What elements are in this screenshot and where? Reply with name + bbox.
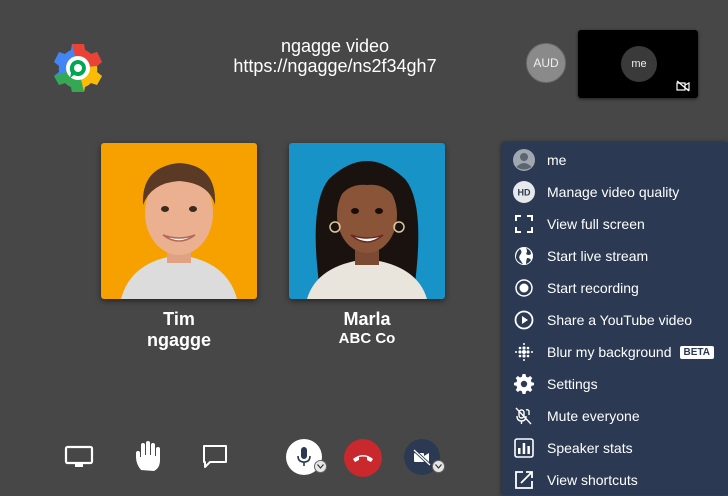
chevron-down-icon: [435, 464, 442, 469]
participant-subtitle: ABC Co: [338, 330, 396, 347]
menu-item-label: View full screen: [547, 216, 645, 232]
hangup-icon: [353, 455, 373, 462]
meeting-url[interactable]: https://ngagge/ns2f34gh7: [190, 56, 480, 76]
chat-icon[interactable]: [201, 443, 229, 471]
participant-photo: [121, 163, 237, 299]
globe-icon: [513, 245, 535, 267]
menu-item-shortcuts[interactable]: View shortcuts: [502, 464, 728, 496]
blur-icon: [513, 341, 535, 363]
menu-item-blur-background[interactable]: Blur my background BETA: [502, 336, 728, 368]
fullscreen-icon: [513, 213, 535, 235]
microphone-options-button[interactable]: [314, 460, 327, 473]
app-logo: [52, 42, 104, 94]
menu-item-label: Speaker stats: [547, 440, 633, 456]
hangup-button[interactable]: [344, 439, 382, 477]
beta-badge: BETA: [679, 345, 714, 359]
participant-tile-marla[interactable]: [289, 143, 445, 299]
screen-share-icon[interactable]: [64, 444, 94, 470]
self-avatar: me: [621, 46, 657, 82]
menu-item-label: Share a YouTube video: [547, 312, 693, 328]
meeting-title: ngagge video: [280, 36, 390, 56]
svg-text:HD: HD: [518, 188, 531, 198]
menu-item-youtube[interactable]: Share a YouTube video: [502, 304, 728, 336]
self-view-thumbnail[interactable]: me: [578, 30, 698, 98]
more-actions-menu: me HD Manage video quality View full scr…: [502, 142, 728, 495]
menu-item-live-stream[interactable]: Start live stream: [502, 240, 728, 272]
participant-photo: [307, 161, 427, 299]
mute-all-icon: [513, 405, 535, 427]
menu-item-full-screen[interactable]: View full screen: [502, 208, 728, 240]
menu-item-label: View shortcuts: [547, 472, 638, 488]
menu-item-label: Blur my background: [547, 344, 672, 360]
meeting-header: ngagge video https://ngagge/ns2f34gh7: [190, 36, 480, 76]
gear-icon: [513, 373, 535, 395]
shortcuts-icon: [513, 469, 535, 491]
hd-icon: HD: [513, 181, 535, 203]
camera-off-icon: [676, 80, 690, 92]
stats-icon: [513, 437, 535, 459]
chevron-down-icon: [317, 464, 324, 469]
menu-item-profile[interactable]: me: [502, 144, 728, 176]
participant-name: Tim: [163, 309, 195, 329]
camera-options-button[interactable]: [432, 460, 445, 473]
menu-item-label: Mute everyone: [547, 408, 640, 424]
record-icon: [513, 277, 535, 299]
menu-item-label: Start recording: [547, 280, 639, 296]
menu-item-settings[interactable]: Settings: [502, 368, 728, 400]
menu-item-recording[interactable]: Start recording: [502, 272, 728, 304]
participant-subtitle: ngagge: [146, 330, 211, 350]
menu-item-label: Manage video quality: [547, 184, 680, 200]
user-avatar-icon: [513, 149, 535, 171]
menu-item-label: Start live stream: [547, 248, 649, 264]
menu-item-label: me: [547, 152, 567, 168]
menu-item-mute-everyone[interactable]: Mute everyone: [502, 400, 728, 432]
gear-logo-icon: [54, 44, 102, 92]
menu-item-video-quality[interactable]: HD Manage video quality: [502, 176, 728, 208]
aud-avatar[interactable]: AUD: [526, 43, 566, 83]
raise-hand-icon[interactable]: [133, 440, 163, 474]
menu-item-speaker-stats[interactable]: Speaker stats: [502, 432, 728, 464]
participant-tile-tim[interactable]: [101, 143, 257, 299]
menu-item-label: Settings: [547, 376, 598, 392]
camera-off-icon: [412, 448, 432, 466]
play-icon: [513, 309, 535, 331]
microphone-icon: [297, 447, 311, 466]
participant-name: Marla: [343, 309, 391, 329]
